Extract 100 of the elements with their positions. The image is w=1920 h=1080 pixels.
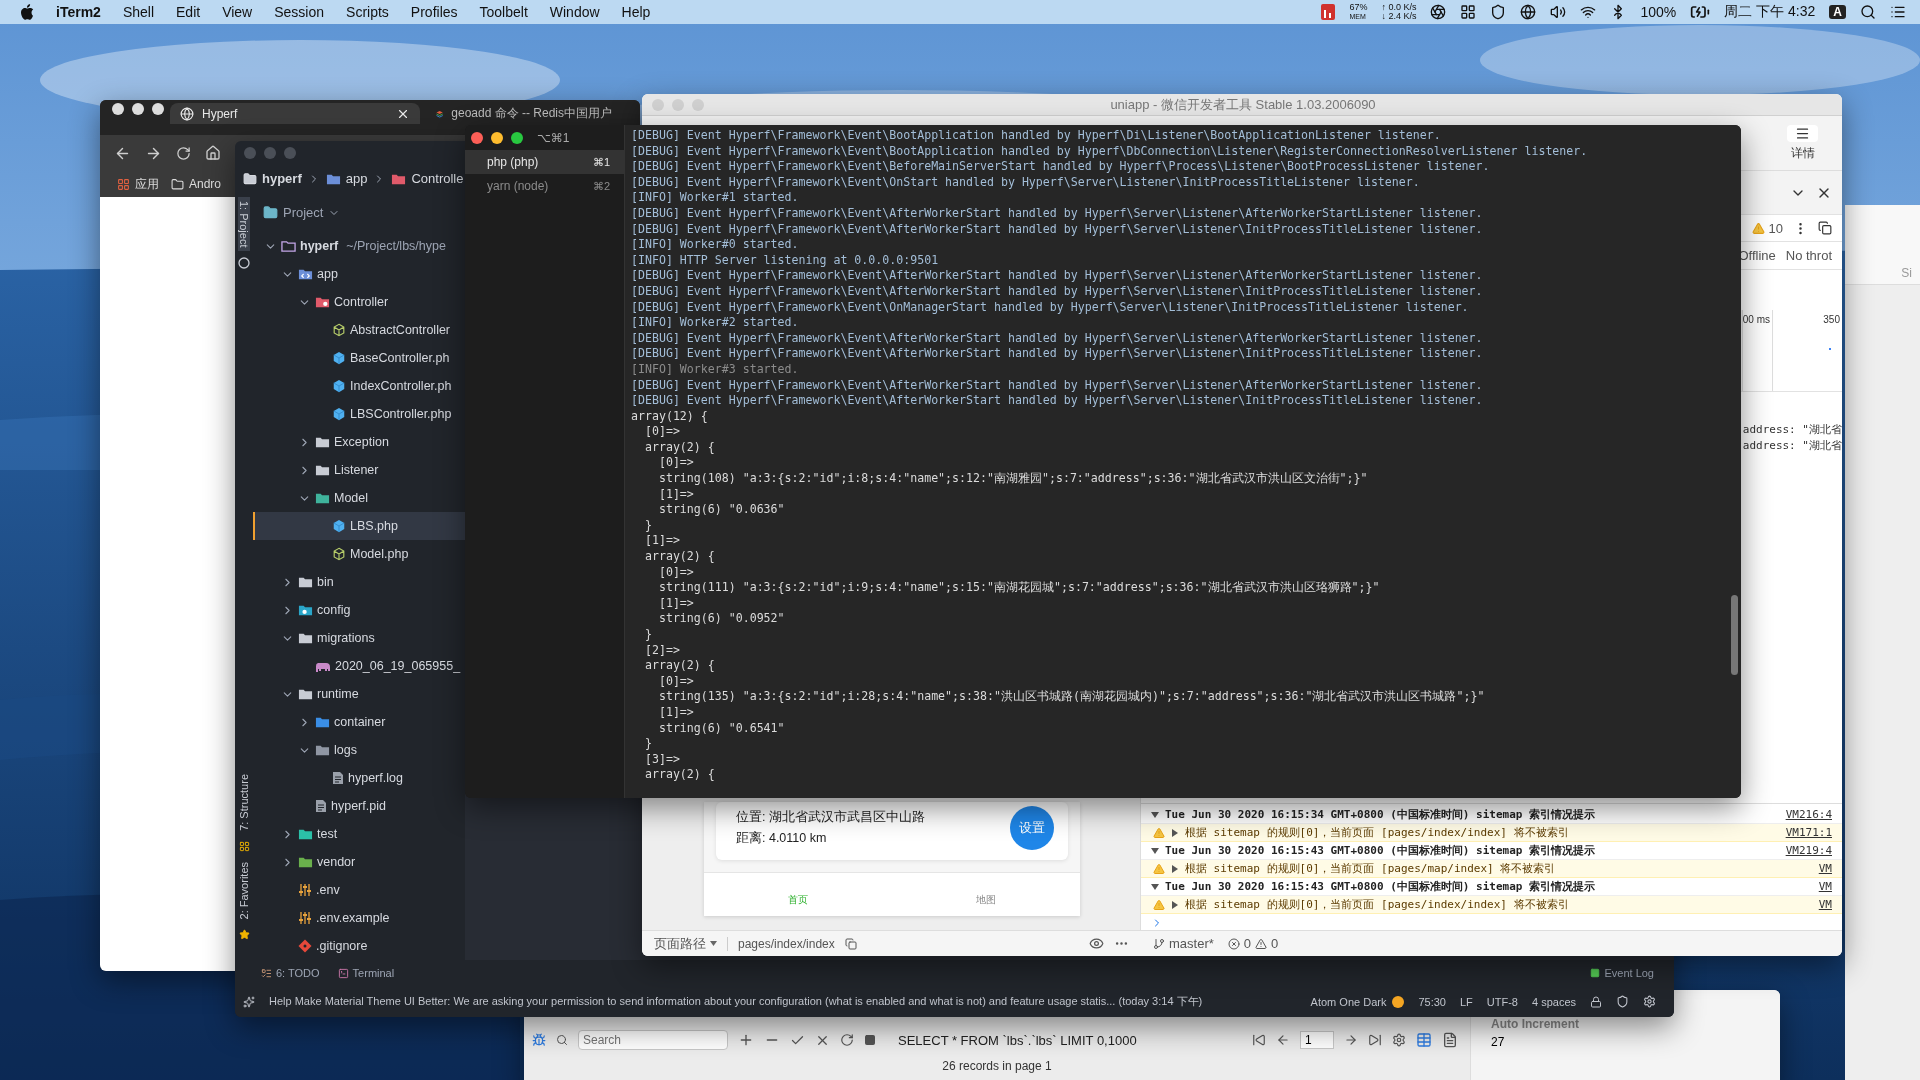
- console-row[interactable]: 根据 sitemap 的规则[0]，当前页面 [pages/index/index] 将不被索引 VM: [1141, 896, 1842, 914]
- error-count[interactable]: 0: [1227, 936, 1252, 951]
- tree-item[interactable]: config: [253, 596, 465, 624]
- side-tab[interactable]: 2: Favorites: [238, 857, 250, 923]
- menu-item[interactable]: Profiles: [410, 4, 458, 20]
- refresh-icon[interactable]: [840, 1033, 854, 1047]
- theme-indicator[interactable]: Atom One Dark: [1310, 995, 1405, 1008]
- menu-item[interactable]: View: [222, 4, 253, 20]
- console-row[interactable]: 根据 sitemap 的规则[0]，当前页面 [pages/index/index] 将不被索引 VM171:1: [1141, 824, 1842, 842]
- menu-item[interactable]: Shell: [122, 4, 154, 20]
- browser-tab[interactable]: geoadd 命令 -- Redis中国用户: [426, 103, 622, 124]
- previous-page-icon[interactable]: [1276, 1033, 1290, 1047]
- breadcrumb[interactable]: app: [325, 171, 368, 186]
- tree-item[interactable]: test: [253, 820, 465, 848]
- close-button[interactable]: [112, 103, 124, 115]
- source-link[interactable]: VM: [1818, 862, 1832, 875]
- tree-item[interactable]: hyperf.log: [253, 764, 465, 792]
- event-log-tab[interactable]: Event Log: [1590, 967, 1654, 979]
- details-button[interactable]: 详情: [1787, 124, 1818, 162]
- zoom-button[interactable]: [511, 131, 523, 144]
- lock-icon[interactable]: [1590, 995, 1602, 1008]
- tree-item[interactable]: app: [253, 260, 465, 288]
- tree-item[interactable]: hyperf ~/Project/lbs/hype: [253, 232, 465, 260]
- source-link[interactable]: VM: [1818, 898, 1832, 911]
- encoding[interactable]: UTF-8: [1486, 995, 1518, 1008]
- menu-item[interactable]: Help: [621, 4, 651, 20]
- eye-icon[interactable]: [1089, 936, 1104, 951]
- source-link[interactable]: VM219:4: [1785, 844, 1832, 857]
- next-page-icon[interactable]: [1344, 1033, 1358, 1047]
- triangle-down-icon[interactable]: [1151, 810, 1159, 819]
- aperture-icon[interactable]: [1430, 4, 1447, 20]
- triangle-down-icon[interactable]: [1151, 882, 1159, 891]
- wifi-icon[interactable]: [1580, 4, 1597, 20]
- warning-count[interactable]: 10: [1751, 220, 1783, 236]
- add-icon[interactable]: [738, 1032, 754, 1048]
- panel-title[interactable]: Project: [263, 205, 341, 220]
- minimize-button[interactable]: [491, 131, 503, 144]
- settings-icon[interactable]: [1643, 995, 1656, 1008]
- scrollbar-thumb[interactable]: [1731, 595, 1738, 675]
- zoom-button[interactable]: [152, 103, 164, 115]
- search-field[interactable]: Search: [578, 1030, 728, 1050]
- clock[interactable]: 周二 下午 4:32: [1724, 3, 1816, 21]
- throttling-select[interactable]: No throt: [1785, 248, 1832, 263]
- first-page-icon[interactable]: [1252, 1033, 1266, 1047]
- console-row[interactable]: Tue Jun 30 2020 16:15:43 GMT+0800 (中国标准时间) sitemap 索引情况提示 VM: [1141, 878, 1842, 896]
- cursor-position[interactable]: 75:30: [1418, 995, 1446, 1008]
- indent-setting[interactable]: 4 spaces: [1531, 995, 1576, 1008]
- tree-item[interactable]: logs: [253, 736, 465, 764]
- tree-item[interactable]: LBS.php: [253, 512, 465, 540]
- menu-item[interactable]: Window: [549, 4, 600, 20]
- line-ending[interactable]: LF: [1459, 995, 1473, 1008]
- app-menu[interactable]: iTerm2: [56, 4, 101, 20]
- last-page-icon[interactable]: [1368, 1033, 1382, 1047]
- shield-icon[interactable]: [1490, 4, 1507, 20]
- grid-icon[interactable]: [1460, 4, 1477, 20]
- settings-icon[interactable]: [1392, 1033, 1406, 1047]
- list-icon[interactable]: [1890, 4, 1906, 20]
- menu-item[interactable]: Scripts: [346, 4, 389, 20]
- tree-item[interactable]: Model.php: [253, 540, 465, 568]
- breadcrumb[interactable]: hyperf: [243, 171, 302, 186]
- breadcrumb[interactable]: Controlle: [391, 171, 464, 186]
- tree-item[interactable]: .gitignore: [253, 932, 465, 960]
- console-row[interactable]: Tue Jun 30 2020 16:15:34 GMT+0800 (中国标准时间) sitemap 索引情况提示 VM216:4: [1141, 806, 1842, 824]
- search-icon[interactable]: [1860, 4, 1876, 20]
- speaker-icon[interactable]: [1550, 4, 1567, 20]
- triangle-right-icon[interactable]: [1171, 828, 1179, 837]
- menu-item[interactable]: Toolbelt: [479, 4, 528, 20]
- tree-item[interactable]: bin: [253, 568, 465, 596]
- tree-item[interactable]: AbstractController: [253, 316, 465, 344]
- tab-bar-item[interactable]: 地图: [892, 873, 1080, 916]
- tree-item[interactable]: runtime: [253, 680, 465, 708]
- side-tab[interactable]: 7: Structure: [238, 769, 250, 835]
- form-view-icon[interactable]: [1442, 1032, 1458, 1048]
- tree-item[interactable]: Listener: [253, 456, 465, 484]
- source-link[interactable]: VM216:4: [1785, 808, 1832, 821]
- console-row[interactable]: Tue Jun 30 2020 16:15:43 GMT+0800 (中国标准时间) sitemap 索引情况提示 VM219:4: [1141, 842, 1842, 860]
- tool-tab[interactable]: 6: TODO: [261, 967, 320, 979]
- browser-tab[interactable]: Hyperf: [170, 103, 420, 124]
- stop-icon[interactable]: [864, 1034, 876, 1046]
- source-link[interactable]: VM: [1818, 880, 1832, 893]
- input-source[interactable]: A: [1829, 5, 1846, 19]
- reload-icon[interactable]: [176, 145, 191, 161]
- tree-item[interactable]: BaseController.ph: [253, 344, 465, 372]
- tree-item[interactable]: migrations: [253, 624, 465, 652]
- copy-icon[interactable]: [1818, 221, 1832, 235]
- triangle-right-icon[interactable]: [1171, 864, 1179, 873]
- side-tab[interactable]: 1: Project: [238, 197, 250, 252]
- bookmark[interactable]: Andro: [168, 177, 225, 191]
- session-tab[interactable]: yarn (node) ⌘2: [465, 174, 624, 198]
- warning-count[interactable]: 0: [1255, 936, 1279, 951]
- tree-item[interactable]: .env: [253, 876, 465, 904]
- branch-button[interactable]: master*: [1153, 936, 1214, 951]
- grid-view-icon[interactable]: [1416, 1032, 1432, 1048]
- console-row[interactable]: 根据 sitemap 的规则[0]，当前页面 [pages/map/index] 将不被索引 VM: [1141, 860, 1842, 878]
- page-path-dropdown[interactable]: 页面路径: [654, 934, 717, 953]
- tree-item[interactable]: 2020_06_19_065955_: [253, 652, 465, 680]
- menu-item[interactable]: Edit: [176, 4, 201, 20]
- minimize-button[interactable]: [132, 103, 144, 115]
- tree-item[interactable]: LBSController.php: [253, 400, 465, 428]
- home-icon[interactable]: [205, 145, 221, 161]
